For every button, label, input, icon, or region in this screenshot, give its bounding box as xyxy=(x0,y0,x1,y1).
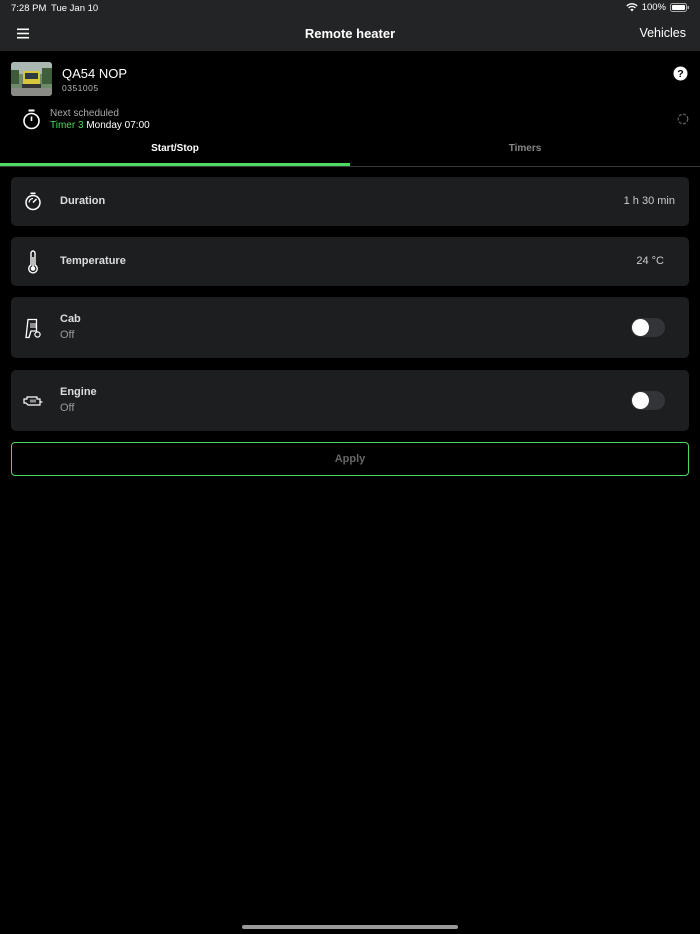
duration-value: 1 h 30 min xyxy=(623,195,675,207)
cab-toggle-knob xyxy=(632,319,649,336)
temperature-value: 24 °C xyxy=(636,255,664,267)
duration-label: Duration xyxy=(60,195,106,207)
cab-label: Cab xyxy=(60,313,81,325)
battery-icon xyxy=(670,3,689,12)
engine-toggle-knob xyxy=(632,392,649,409)
next-timer-name: Timer 3 xyxy=(50,120,84,131)
cab-state: Off xyxy=(60,329,75,341)
cab-heater-icon xyxy=(25,318,41,339)
status-bar: 7:28 PM Tue Jan 10 100% xyxy=(0,0,700,17)
help-icon[interactable]: ? xyxy=(673,66,688,81)
cab-toggle[interactable] xyxy=(631,318,665,337)
vehicle-thumbnail xyxy=(11,62,52,96)
vehicle-id: 0351005 xyxy=(62,83,99,93)
home-indicator xyxy=(242,925,458,929)
duration-row[interactable]: Duration 1 h 30 min xyxy=(11,177,689,226)
temperature-label: Temperature xyxy=(60,255,126,267)
battery-percent: 100% xyxy=(641,2,666,13)
engine-icon xyxy=(23,396,43,406)
timer-icon xyxy=(23,109,40,130)
vehicles-button[interactable]: Vehicles xyxy=(639,26,686,40)
engine-toggle[interactable] xyxy=(631,391,665,410)
status-date: Tue Jan 10 xyxy=(51,3,99,14)
temperature-row[interactable]: Temperature 24 °C xyxy=(11,237,689,286)
page-title: Remote heater xyxy=(304,26,396,41)
engine-label: Engine xyxy=(60,386,97,398)
cab-row: Cab Off xyxy=(11,297,689,358)
tab-start-stop[interactable]: Start/Stop xyxy=(0,143,350,154)
apply-button[interactable]: Apply xyxy=(11,442,689,476)
status-right: 100% xyxy=(626,2,690,13)
vehicle-name: QA54 NOP xyxy=(62,66,128,81)
next-timer-when: Monday 07:00 xyxy=(86,120,150,131)
engine-row: Engine Off xyxy=(11,370,689,431)
thermometer-icon xyxy=(28,250,38,274)
stopwatch-icon xyxy=(25,192,41,211)
engine-state: Off xyxy=(60,402,75,414)
tab-timers[interactable]: Timers xyxy=(350,143,700,154)
nav-bar: Remote heater Vehicles xyxy=(0,17,700,51)
active-tab-indicator xyxy=(0,163,350,166)
svg-text:?: ? xyxy=(677,68,683,80)
loading-spinner-icon xyxy=(677,113,689,125)
next-scheduled-label: Next scheduled xyxy=(50,108,119,119)
next-scheduled-value: Timer 3 Monday 07:00 xyxy=(50,120,150,131)
wifi-icon xyxy=(626,3,638,12)
tab-bar: Start/Stop Timers xyxy=(0,138,700,167)
status-time: 7:28 PM xyxy=(11,3,47,14)
